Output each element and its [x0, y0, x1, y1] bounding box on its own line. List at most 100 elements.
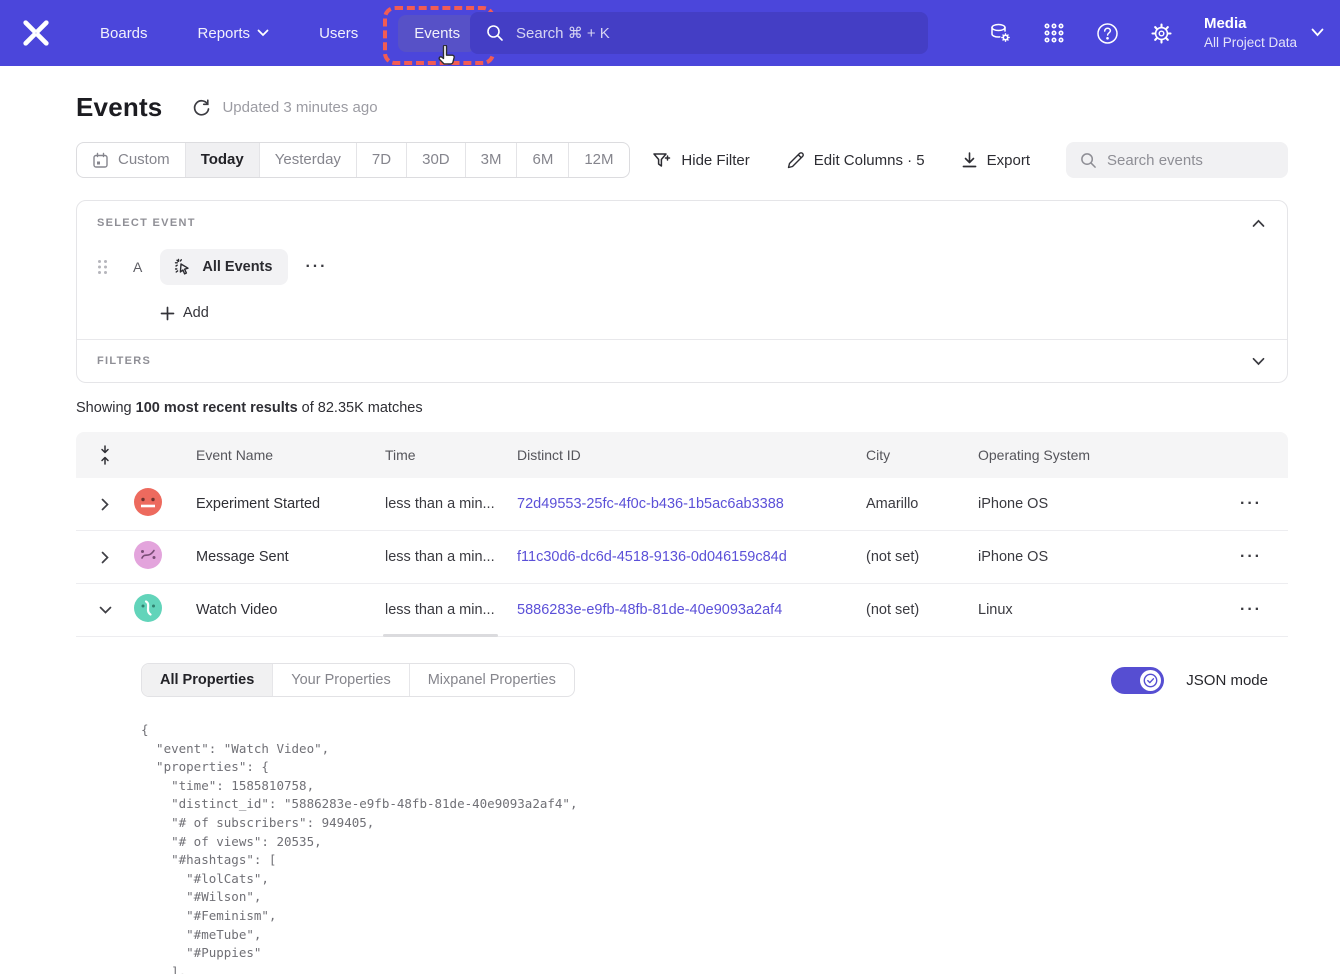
date-option-label: Yesterday: [275, 143, 341, 177]
table-row-expanded[interactable]: Watch Video less than a min... 5886283e-…: [76, 584, 1288, 637]
date-option-custom[interactable]: Custom: [77, 143, 186, 177]
refresh-button[interactable]: [192, 98, 212, 118]
date-option-6m[interactable]: 6M: [517, 143, 569, 177]
tab-all-properties[interactable]: All Properties: [142, 664, 273, 696]
date-option-12m[interactable]: 12M: [569, 143, 628, 177]
export-label: Export: [987, 152, 1030, 169]
date-option-today[interactable]: Today: [186, 143, 260, 177]
event-more-options-button[interactable]: ···: [305, 258, 327, 276]
table-header-row: Event Name Time Distinct ID City Operati…: [76, 432, 1288, 478]
calendar-icon: [92, 152, 109, 169]
event-selector-button[interactable]: All Events: [160, 249, 288, 285]
chevron-down-icon: [1311, 28, 1324, 37]
date-range-control: Custom Today Yesterday 7D 30D 3M 6M 12M: [76, 142, 630, 178]
col-header-os[interactable]: Operating System: [978, 447, 1208, 463]
table-row[interactable]: Message Sent less than a min... f11c30d6…: [76, 531, 1288, 584]
filters-label: FILTERS: [97, 355, 151, 367]
expand-row-button[interactable]: [76, 498, 134, 511]
col-header-event-name[interactable]: Event Name: [176, 447, 385, 463]
events-page: Boards Reports Users Events: [0, 0, 1340, 974]
search-events-input[interactable]: Search events: [1066, 142, 1288, 178]
nav-item-boards[interactable]: Boards: [86, 15, 162, 52]
events-table: Event Name Time Distinct ID City Operati…: [76, 432, 1288, 974]
json-mode-toggle[interactable]: [1111, 667, 1164, 694]
cell-city: Amarillo: [866, 496, 978, 512]
date-option-label: 3M: [481, 143, 502, 177]
date-option-label: 30D: [422, 143, 450, 177]
apps-grid-icon[interactable]: [1042, 21, 1066, 45]
collapse-rows-button[interactable]: [76, 445, 134, 465]
nav-item-events[interactable]: Events: [398, 15, 476, 52]
nav-label: Reports: [198, 25, 251, 42]
mixpanel-logo-icon[interactable]: [20, 17, 52, 49]
nav-label: Events: [414, 25, 460, 42]
collapse-section-button[interactable]: [1252, 219, 1265, 228]
date-option-yesterday[interactable]: Yesterday: [260, 143, 357, 177]
nav-label: Boards: [100, 25, 148, 42]
nav-label: Users: [319, 25, 358, 42]
data-management-icon[interactable]: [988, 21, 1012, 45]
chevron-right-icon: [101, 551, 109, 564]
plus-icon: [160, 306, 175, 321]
filters-section-header[interactable]: FILTERS: [77, 340, 1287, 382]
chevron-right-icon: [101, 498, 109, 511]
cell-os: Linux: [978, 602, 1208, 618]
distinct-id-link[interactable]: 5886283e-e9fb-48fb-81de-40e9093a2af4: [517, 602, 782, 618]
add-event-button[interactable]: Add: [160, 305, 1287, 321]
search-icon: [1080, 152, 1097, 169]
cell-city: (not set): [866, 602, 978, 618]
global-search-input[interactable]: Search ⌘ + K: [470, 12, 928, 54]
expand-filters-button[interactable]: [1252, 357, 1265, 366]
page-title: Events: [76, 92, 162, 123]
row-more-options-button[interactable]: ···: [1240, 601, 1262, 619]
project-switcher[interactable]: Media All Project Data: [1204, 14, 1324, 51]
cell-os: iPhone OS: [978, 549, 1208, 565]
toggle-knob: [1140, 670, 1161, 691]
cell-os: iPhone OS: [978, 496, 1208, 512]
funnel-plus-icon: [652, 151, 672, 170]
horizontal-scrollbar-thumb[interactable]: [383, 634, 498, 637]
nav-item-events-wrap: Events: [398, 15, 476, 52]
results-summary: Showing 100 most recent results of 82.35…: [76, 400, 423, 416]
json-mode-control: JSON mode: [1111, 667, 1268, 694]
drag-handle-icon[interactable]: [97, 259, 111, 275]
cell-city: (not set): [866, 549, 978, 565]
collapse-row-button[interactable]: [76, 606, 134, 614]
help-icon[interactable]: [1096, 21, 1120, 45]
export-button[interactable]: Export: [961, 151, 1030, 169]
page-header: Events Updated 3 minutes ago: [76, 92, 378, 123]
query-builder-card: SELECT EVENT A All Events: [76, 200, 1288, 383]
nav-item-reports[interactable]: Reports: [184, 15, 284, 52]
tab-mixpanel-properties[interactable]: Mixpanel Properties: [410, 664, 574, 696]
date-option-3m[interactable]: 3M: [466, 143, 518, 177]
chevron-down-icon: [1252, 357, 1265, 366]
refresh-icon: [192, 98, 211, 117]
distinct-id-link[interactable]: 72d49553-25fc-4f0c-b436-1b5ac6ab3388: [517, 496, 784, 512]
top-navbar: Boards Reports Users Events: [0, 0, 1340, 66]
download-icon: [961, 151, 978, 169]
nav-item-users[interactable]: Users: [305, 15, 372, 52]
event-avatar: [134, 541, 176, 573]
col-header-distinct-id[interactable]: Distinct ID: [517, 447, 866, 463]
table-row[interactable]: Experiment Started less than a min... 72…: [76, 478, 1288, 531]
toolbar-right: Hide Filter Edit Columns · 5 Export Sear…: [652, 142, 1288, 178]
event-avatar: [134, 594, 176, 626]
date-option-label: 12M: [584, 143, 613, 177]
date-option-7d[interactable]: 7D: [357, 143, 407, 177]
edit-columns-button[interactable]: Edit Columns · 5: [786, 151, 925, 170]
hide-filter-label: Hide Filter: [681, 152, 749, 169]
expand-row-button[interactable]: [76, 551, 134, 564]
project-scope: All Project Data: [1204, 34, 1297, 52]
search-events-placeholder: Search events: [1107, 152, 1203, 169]
col-header-time[interactable]: Time: [385, 447, 517, 463]
event-json-viewer[interactable]: { "event": "Watch Video", "properties": …: [141, 721, 1268, 974]
row-more-options-button[interactable]: ···: [1240, 548, 1262, 566]
chevron-down-icon: [99, 606, 112, 614]
tab-your-properties[interactable]: Your Properties: [273, 664, 409, 696]
distinct-id-link[interactable]: f11c30d6-dc6d-4518-9136-0d046159c84d: [517, 549, 787, 565]
col-header-city[interactable]: City: [866, 447, 978, 463]
hide-filter-button[interactable]: Hide Filter: [652, 151, 749, 170]
settings-gear-icon[interactable]: [1150, 21, 1174, 45]
date-option-30d[interactable]: 30D: [407, 143, 466, 177]
row-more-options-button[interactable]: ···: [1240, 495, 1262, 513]
